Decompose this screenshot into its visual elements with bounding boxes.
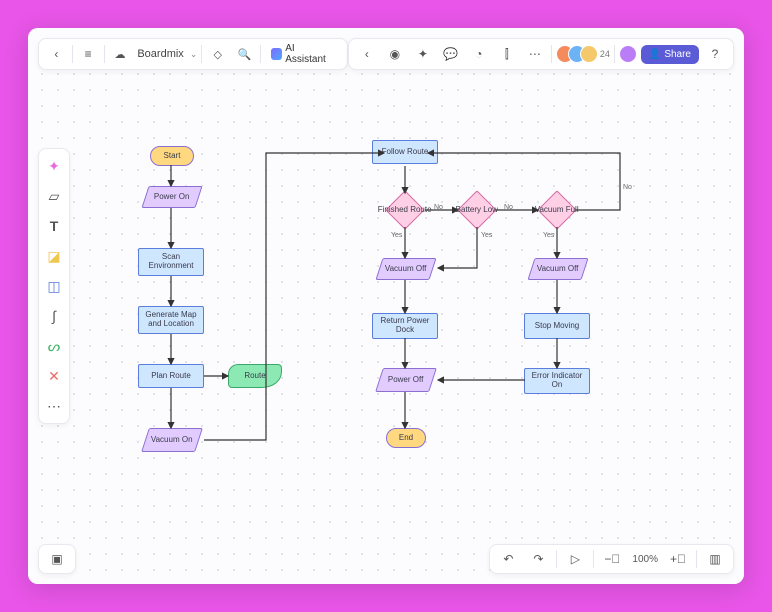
tag-button[interactable]: ◇ [206,42,229,66]
topbar: ‹ ≡ ☁ Boardmix ⌄ ◇ 🔍 AI Assistant ‹ ◉ ✦ … [38,38,734,70]
connectors [28,28,744,584]
doc-name[interactable]: Boardmix [135,48,185,60]
app-window: Start Power On Scan Environment Generate… [28,28,744,584]
more-button[interactable]: ⋯ [523,42,547,66]
pointer-button[interactable]: ▷ [563,547,587,571]
edge-yes-1: Yes [391,232,402,239]
topbar-right: ‹ ◉ ✦ 💬 ◔ ⫿ ⋯ 24 👤 Share ? [348,38,734,70]
node-power-on[interactable]: Power On [141,186,202,208]
node-follow-route[interactable]: Follow Route [372,140,438,164]
node-return-dock[interactable]: Return Power Dock [372,313,438,339]
node-stop-moving[interactable]: Stop Moving [524,313,590,339]
help-button[interactable]: ? [703,42,727,66]
timer-button[interactable]: ◔ [467,42,491,66]
node-battery-low[interactable]: Battery Low [457,190,497,230]
node-scan[interactable]: Scan Environment [138,248,204,276]
chart-button[interactable]: ⫿ [495,42,519,66]
node-power-off[interactable]: Power Off [375,368,437,392]
play-button[interactable]: ◉ [383,42,407,66]
search-button[interactable]: 🔍 [233,42,256,66]
node-vacuum-on[interactable]: Vacuum On [141,428,203,452]
ai-icon [271,48,282,60]
pen-tool[interactable]: ᔕ [43,335,65,357]
comment-button[interactable]: 💬 [439,42,463,66]
sticky-note-tool[interactable]: ◪ [43,245,65,267]
highlight-tool[interactable]: ✕ [43,365,65,387]
node-route-ref[interactable]: Route [228,364,282,388]
frame-tool[interactable]: ▱ [43,185,65,207]
bottombar-left: ▣ [38,544,76,574]
user-avatar[interactable] [619,45,637,63]
shape-tool[interactable]: ◫ [43,275,65,297]
sticker-tool[interactable]: ✦ [43,155,65,177]
side-toolbar: ✦ ▱ T ◪ ◫ ∫ ᔕ ✕ ⋯ [38,148,70,424]
more-tools[interactable]: ⋯ [43,395,65,417]
ai-assistant-button[interactable]: AI Assistant [265,43,341,65]
share-icon: 👤 [649,49,661,60]
bottombar-right: ↶ ↷ ▷ −⃝ 100% +⃝ ▥ [489,544,734,574]
frames-button[interactable]: ▣ [45,547,69,571]
edge-no-3: No [623,184,632,191]
node-plan-route[interactable]: Plan Route [138,364,204,388]
avatar-stack[interactable]: 24 [556,45,610,63]
bottombar: ▣ ↶ ↷ ▷ −⃝ 100% +⃝ ▥ [38,544,734,574]
node-finished-route[interactable]: Finished Route [385,190,425,230]
canvas[interactable]: Start Power On Scan Environment Generate… [28,28,744,584]
zoom-out-button[interactable]: −⃝ [600,547,624,571]
zoom-value[interactable]: 100% [630,554,660,565]
minimap-button[interactable]: ▥ [703,547,727,571]
connector-tool[interactable]: ∫ [43,305,65,327]
node-error-indicator[interactable]: Error Indicator On [524,368,590,394]
node-vacuum-off-1[interactable]: Vacuum Off [375,258,436,280]
text-tool[interactable]: T [43,215,65,237]
topbar-left: ‹ ≡ ☁ Boardmix ⌄ ◇ 🔍 AI Assistant [38,38,348,70]
cloud-icon: ☁ [109,42,132,66]
node-vacuum-full[interactable]: Vacuum Full [537,190,577,230]
node-start[interactable]: Start [150,146,194,166]
chevron-left-icon[interactable]: ‹ [355,42,379,66]
edge-yes-2: Yes [481,232,492,239]
redo-button[interactable]: ↷ [526,547,550,571]
undo-button[interactable]: ↶ [496,547,520,571]
back-button[interactable]: ‹ [45,42,68,66]
zoom-in-button[interactable]: +⃝ [666,547,690,571]
edge-yes-3: Yes [543,232,554,239]
node-generate-map[interactable]: Generate Map and Location [138,306,204,334]
sparkle-button[interactable]: ✦ [411,42,435,66]
menu-button[interactable]: ≡ [77,42,100,66]
edge-no-1: No [434,204,443,211]
edge-no-2: No [504,204,513,211]
node-end[interactable]: End [386,428,426,448]
node-vacuum-off-2[interactable]: Vacuum Off [527,258,588,280]
share-button[interactable]: 👤 Share [641,45,699,64]
